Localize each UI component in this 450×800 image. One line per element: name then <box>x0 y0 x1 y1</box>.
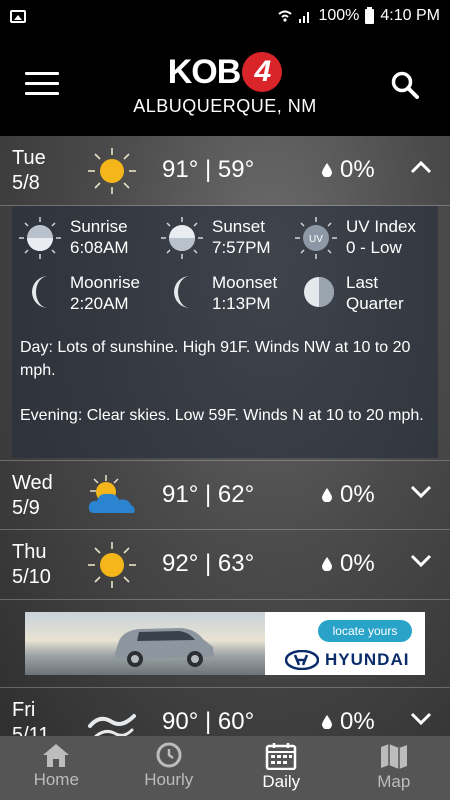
day-detail-panel: Sunrise 6:08AM Sunset 7:57PM UV UV Index… <box>12 206 438 458</box>
ad-locate-button[interactable]: locate yours <box>318 620 412 642</box>
ad-row: locate yours HYUNDAI <box>0 600 450 688</box>
precip-chance: 0% <box>322 708 375 736</box>
day-label: Thu 5/10 <box>12 541 51 588</box>
raindrop-icon <box>322 557 332 571</box>
day-label: Wed 5/9 <box>12 472 53 519</box>
status-indicators: 100% 4:10 PM <box>278 6 440 25</box>
signal-icon <box>299 12 310 23</box>
battery-percent: 100% <box>318 7 360 24</box>
temp-range: 91° | 59° <box>162 156 255 183</box>
precip-chance: 0% <box>322 156 375 184</box>
svg-text:UV: UV <box>309 234 323 245</box>
partly-cloudy-icon <box>88 475 135 513</box>
day-label: Tue 5/8 <box>12 147 46 194</box>
sun-icon <box>88 542 136 588</box>
battery-icon <box>365 6 375 24</box>
gallery-icon <box>10 9 26 23</box>
hyundai-logo: HYUNDAI <box>285 650 409 670</box>
raindrop-icon <box>322 488 332 502</box>
ad-car-photo <box>25 612 265 675</box>
nav-hourly[interactable]: Hourly <box>113 736 226 800</box>
app-header: KOB 4 ALBUQUERQUE, NM <box>0 32 450 136</box>
day-forecast-text: Day: Lots of sunshine. High 91F. Winds N… <box>20 339 411 379</box>
sun-icon <box>88 148 136 194</box>
map-icon <box>380 744 407 769</box>
car-image <box>115 628 214 667</box>
raindrop-icon <box>322 715 332 729</box>
temp-range: 92° | 63° <box>162 550 255 577</box>
hyundai-emblem-icon <box>285 650 319 670</box>
sunset-info: Sunset 7:57PM <box>160 216 271 260</box>
clock-icon <box>156 742 182 768</box>
day-row-thu[interactable]: Thu 5/10 92° | 63° 0% <box>0 530 450 600</box>
logo-text: KOB <box>167 52 242 91</box>
day-row-fri[interactable]: Fri 5/11 90° | 60° 0% <box>0 688 450 736</box>
sunrise-info: Sunrise 6:08AM <box>18 216 129 260</box>
moonset-info: Moonset 1:13PM <box>168 272 277 314</box>
nav-daily[interactable]: Daily <box>225 736 338 800</box>
day-row-tue[interactable]: Tue 5/8 91° | 59° 0% <box>0 136 450 206</box>
bottom-nav: Home Hourly Daily Map <box>0 736 450 800</box>
clock-time: 4:10 PM <box>380 7 440 24</box>
evening-forecast-text: Evening: Clear skies. Low 59F. Winds N a… <box>20 407 424 424</box>
advertisement-banner[interactable]: locate yours HYUNDAI <box>25 612 425 675</box>
uv-index-info: UV UV Index 0 - Low <box>294 216 416 260</box>
temp-range: 91° | 62° <box>162 481 255 508</box>
chevron-down-icon[interactable] <box>410 485 432 499</box>
daily-forecast-list: Tue 5/8 91° | 59° 0% Sunrise 6:08AM Suns… <box>0 136 450 736</box>
uv-index-icon: UV <box>295 217 337 259</box>
nav-home[interactable]: Home <box>0 736 113 800</box>
status-bar: 100% 4:10 PM <box>0 0 450 32</box>
home-icon <box>43 744 70 767</box>
sunrise-icon <box>19 217 61 259</box>
moon-phase-info: Last Quarter <box>302 272 404 314</box>
moon-icon <box>174 276 190 308</box>
day-row-wed[interactable]: Wed 5/9 91° | 62° 0% <box>0 460 450 530</box>
station-logo: KOB 4 <box>0 52 450 92</box>
precip-chance: 0% <box>322 481 375 509</box>
search-icon[interactable] <box>390 70 420 100</box>
chevron-down-icon[interactable] <box>410 554 432 568</box>
temp-range: 90° | 60° <box>162 708 255 735</box>
nav-map[interactable]: Map <box>338 736 450 800</box>
logo-number: 4 <box>242 52 283 92</box>
last-quarter-moon-icon <box>304 277 334 307</box>
wifi-icon <box>278 10 293 22</box>
chevron-up-icon[interactable] <box>410 160 432 174</box>
precip-chance: 0% <box>322 550 375 578</box>
wind-icon <box>88 714 136 736</box>
hyundai-wordmark: HYUNDAI <box>325 650 410 669</box>
location-label: ALBUQUERQUE, NM <box>133 96 317 116</box>
day-label: Fri 5/11 <box>12 699 50 736</box>
chevron-down-icon[interactable] <box>410 712 432 726</box>
moon-icon <box>32 276 48 308</box>
moonrise-info: Moonrise 2:20AM <box>26 272 140 314</box>
calendar-icon <box>266 743 297 770</box>
sunset-icon <box>161 217 203 259</box>
raindrop-icon <box>322 163 332 177</box>
